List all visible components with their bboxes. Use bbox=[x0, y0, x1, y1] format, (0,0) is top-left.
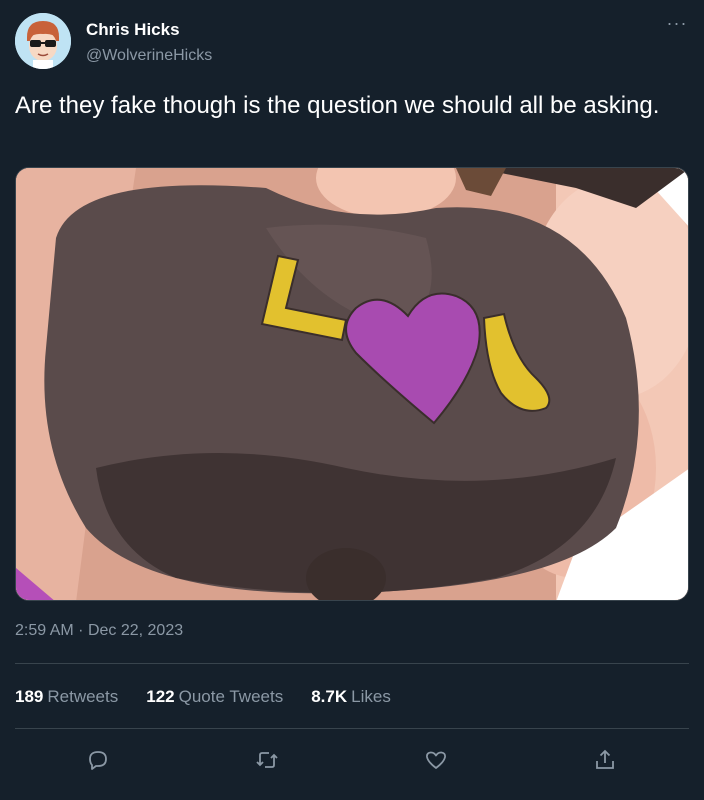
divider-top bbox=[15, 663, 689, 664]
tweet-text: Are they fake though is the question we … bbox=[15, 92, 660, 119]
likes-label: Likes bbox=[351, 687, 391, 706]
retweets-count: 189 bbox=[15, 687, 44, 706]
retweet-button[interactable] bbox=[249, 742, 285, 778]
likes-stat[interactable]: 8.7K Likes bbox=[311, 687, 391, 707]
tweet-time[interactable]: 2:59 AM bbox=[15, 622, 74, 639]
display-name[interactable]: Chris Hicks bbox=[86, 20, 180, 40]
like-button[interactable] bbox=[418, 742, 454, 778]
tweet-media[interactable] bbox=[15, 167, 689, 601]
retweets-stat[interactable]: 189 Retweets bbox=[15, 687, 118, 707]
tweet-date[interactable]: Dec 22, 2023 bbox=[88, 622, 183, 639]
retweets-label: Retweets bbox=[47, 687, 119, 706]
avatar-image bbox=[15, 13, 71, 69]
user-handle[interactable]: @WolverineHicks bbox=[86, 47, 212, 65]
avatar[interactable] bbox=[15, 13, 71, 69]
quote-tweets-stat[interactable]: 122 Quote Tweets bbox=[146, 687, 283, 707]
likes-count: 8.7K bbox=[311, 687, 348, 706]
media-illustration bbox=[16, 168, 688, 600]
tweet-timestamp: 2:59 AM · Dec 22, 2023 bbox=[15, 622, 183, 640]
more-icon[interactable]: ··· bbox=[662, 14, 692, 38]
timestamp-separator: · bbox=[78, 622, 84, 639]
share-button[interactable] bbox=[587, 742, 623, 778]
reply-button[interactable] bbox=[80, 742, 116, 778]
tweet-stats: 189 Retweets 122 Quote Tweets 8.7K Likes bbox=[15, 687, 391, 707]
reply-icon bbox=[89, 751, 107, 770]
retweet-icon bbox=[256, 752, 278, 768]
tweet-actions bbox=[0, 742, 704, 778]
quote-tweets-count: 122 bbox=[146, 687, 175, 706]
quote-tweets-label: Quote Tweets bbox=[178, 687, 284, 706]
share-icon bbox=[596, 749, 614, 769]
divider-bottom bbox=[15, 728, 689, 729]
heart-icon bbox=[426, 751, 446, 769]
